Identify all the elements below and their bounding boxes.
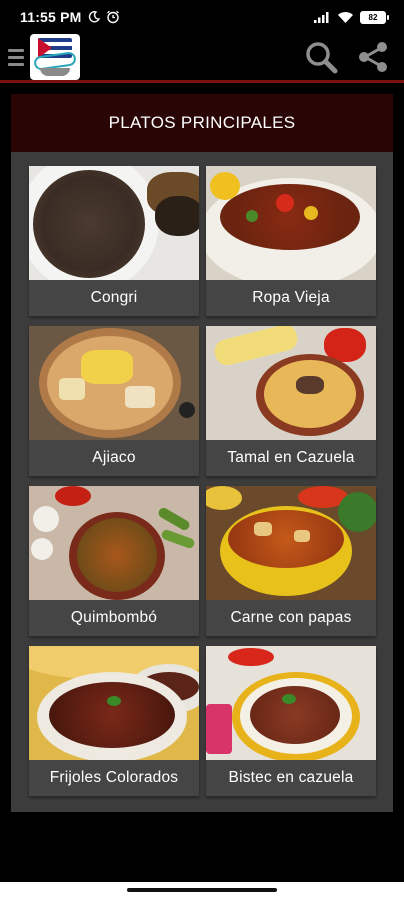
recipe-label: Ajiaco bbox=[29, 440, 199, 476]
recipe-card-congri[interactable]: Congri bbox=[29, 166, 199, 316]
recipe-image bbox=[206, 646, 376, 760]
search-icon[interactable] bbox=[304, 40, 338, 74]
moon-icon bbox=[88, 11, 100, 23]
recipe-label: Quimbombó bbox=[29, 600, 199, 636]
recipe-card-ajiaco[interactable]: Ajiaco bbox=[29, 326, 199, 476]
recipes-panel: PLATOS PRINCIPALES Congri Ropa Vieja Aji… bbox=[11, 94, 393, 812]
recipe-image bbox=[206, 166, 376, 280]
recipe-image bbox=[29, 326, 199, 440]
status-bar: 11:55 PM 82 bbox=[0, 0, 404, 34]
recipe-image bbox=[29, 486, 199, 600]
app-bar bbox=[0, 34, 404, 80]
signal-icon bbox=[314, 12, 329, 23]
section-title: PLATOS PRINCIPALES bbox=[11, 94, 393, 152]
recipe-label: Congri bbox=[29, 280, 199, 316]
recipe-card-quimbombo[interactable]: Quimbombó bbox=[29, 486, 199, 636]
app-logo bbox=[30, 34, 80, 80]
recipe-card-ropa-vieja[interactable]: Ropa Vieja bbox=[206, 166, 376, 316]
recipe-card-tamal-en-cazuela[interactable]: Tamal en Cazuela bbox=[206, 326, 376, 476]
recipe-card-frijoles-colorados[interactable]: Frijoles Colorados bbox=[29, 646, 199, 796]
alarm-icon bbox=[106, 10, 119, 24]
recipe-label: Bistec en cazuela bbox=[206, 760, 376, 796]
share-icon[interactable] bbox=[356, 40, 390, 74]
recipe-image bbox=[206, 486, 376, 600]
status-time: 11:55 PM bbox=[20, 9, 82, 25]
home-indicator[interactable] bbox=[127, 888, 277, 892]
recipe-card-carne-con-papas[interactable]: Carne con papas bbox=[206, 486, 376, 636]
recipe-label: Carne con papas bbox=[206, 600, 376, 636]
recipe-label: Ropa Vieja bbox=[206, 280, 376, 316]
wifi-icon bbox=[338, 11, 353, 23]
menu-icon[interactable] bbox=[8, 46, 24, 68]
recipe-card-bistec-en-cazuela[interactable]: Bistec en cazuela bbox=[206, 646, 376, 796]
battery-level: 82 bbox=[368, 12, 378, 22]
recipe-label: Frijoles Colorados bbox=[29, 760, 199, 796]
recipe-image bbox=[29, 646, 199, 760]
recipe-image bbox=[29, 166, 199, 280]
recipe-label: Tamal en Cazuela bbox=[206, 440, 376, 476]
recipe-image bbox=[206, 326, 376, 440]
app-bar-divider bbox=[0, 80, 404, 83]
recipe-grid: Congri Ropa Vieja Ajiaco Tamal en Cazuel… bbox=[29, 166, 376, 796]
battery-icon: 82 bbox=[360, 10, 389, 24]
